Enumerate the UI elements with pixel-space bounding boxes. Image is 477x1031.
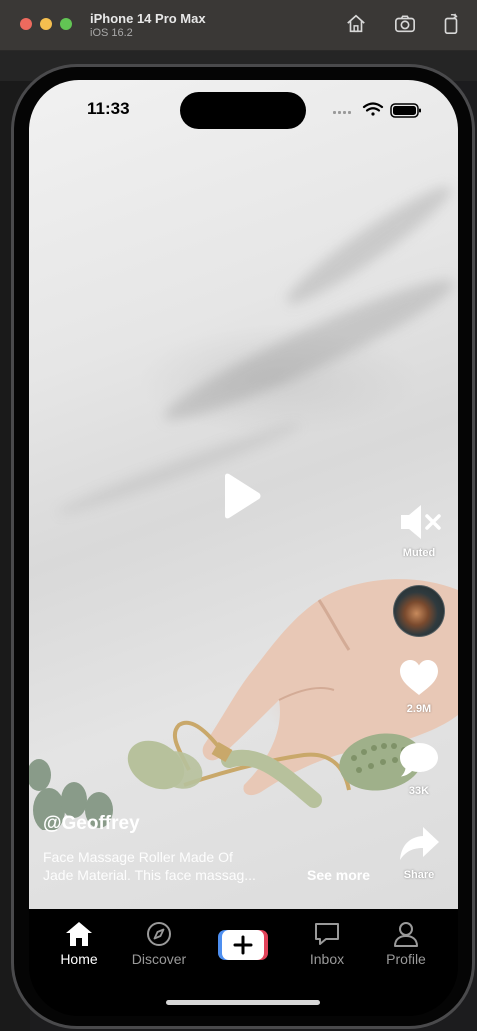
like-button[interactable]: 2.9M	[387, 659, 451, 715]
mute-label: Muted	[402, 547, 436, 559]
share-arrow-icon	[400, 827, 439, 860]
muted-speaker-icon	[401, 505, 441, 539]
see-more-link[interactable]: See more	[307, 867, 370, 883]
video-description: Face Massage Roller Made Of Jade Materia…	[43, 848, 303, 884]
home-indicator[interactable]	[166, 1000, 320, 1005]
bottom-tab-bar: Home Discover Inbox Profile	[29, 909, 458, 1016]
message-icon	[315, 923, 339, 945]
play-icon[interactable]	[219, 473, 263, 519]
close-window-button[interactable]	[20, 18, 32, 30]
comment-count: 33K	[408, 785, 430, 797]
zoom-window-button[interactable]	[60, 18, 72, 30]
os-version: iOS 16.2	[90, 27, 133, 39]
tab-home-label: Home	[60, 951, 98, 967]
device-name: iPhone 14 Pro Max	[90, 11, 206, 26]
signal-icon	[333, 111, 351, 114]
minimize-window-button[interactable]	[40, 18, 52, 30]
simulator-title-bar: iPhone 14 Pro Max iOS 16.2	[0, 0, 477, 51]
like-count: 2.9M	[406, 703, 432, 715]
phone-screen: 11:33 Muted 2.9M 33K Share @Geoffrey Fac…	[29, 80, 458, 1016]
description-line-1: Face Massage Roller Made Of	[43, 849, 233, 865]
user-icon	[394, 922, 418, 947]
tab-home[interactable]: Home	[39, 921, 119, 967]
creator-username[interactable]: @Geoffrey	[43, 813, 140, 835]
tab-inbox[interactable]: Inbox	[287, 921, 367, 967]
tab-inbox-label: Inbox	[309, 951, 345, 967]
wifi-icon	[362, 102, 384, 116]
action-rail: Muted 2.9M 33K Share	[387, 80, 451, 909]
heart-icon	[400, 660, 438, 695]
rotate-icon[interactable]	[440, 13, 462, 35]
tab-discover-label: Discover	[131, 951, 187, 967]
video-player[interactable]: 11:33 Muted 2.9M 33K Share @Geoffrey Fac…	[29, 80, 458, 909]
home-icon	[66, 922, 92, 946]
mute-button[interactable]: Muted	[387, 503, 451, 559]
tab-profile[interactable]: Profile	[366, 921, 446, 967]
share-label: Share	[403, 869, 435, 881]
comment-button[interactable]: 33K	[387, 741, 451, 797]
tab-profile-label: Profile	[386, 951, 426, 967]
screenshot-icon[interactable]	[394, 13, 416, 35]
tab-discover[interactable]: Discover	[119, 921, 199, 967]
create-post-button[interactable]	[218, 930, 268, 960]
share-button[interactable]: Share	[387, 825, 451, 881]
dynamic-island	[180, 92, 306, 129]
comment-icon	[400, 743, 438, 777]
home-icon[interactable]	[345, 13, 367, 35]
creator-avatar[interactable]	[393, 585, 445, 637]
status-time: 11:33	[87, 99, 130, 118]
compass-icon	[147, 922, 171, 946]
description-line-2: Jade Material. This face massag...	[43, 867, 256, 883]
